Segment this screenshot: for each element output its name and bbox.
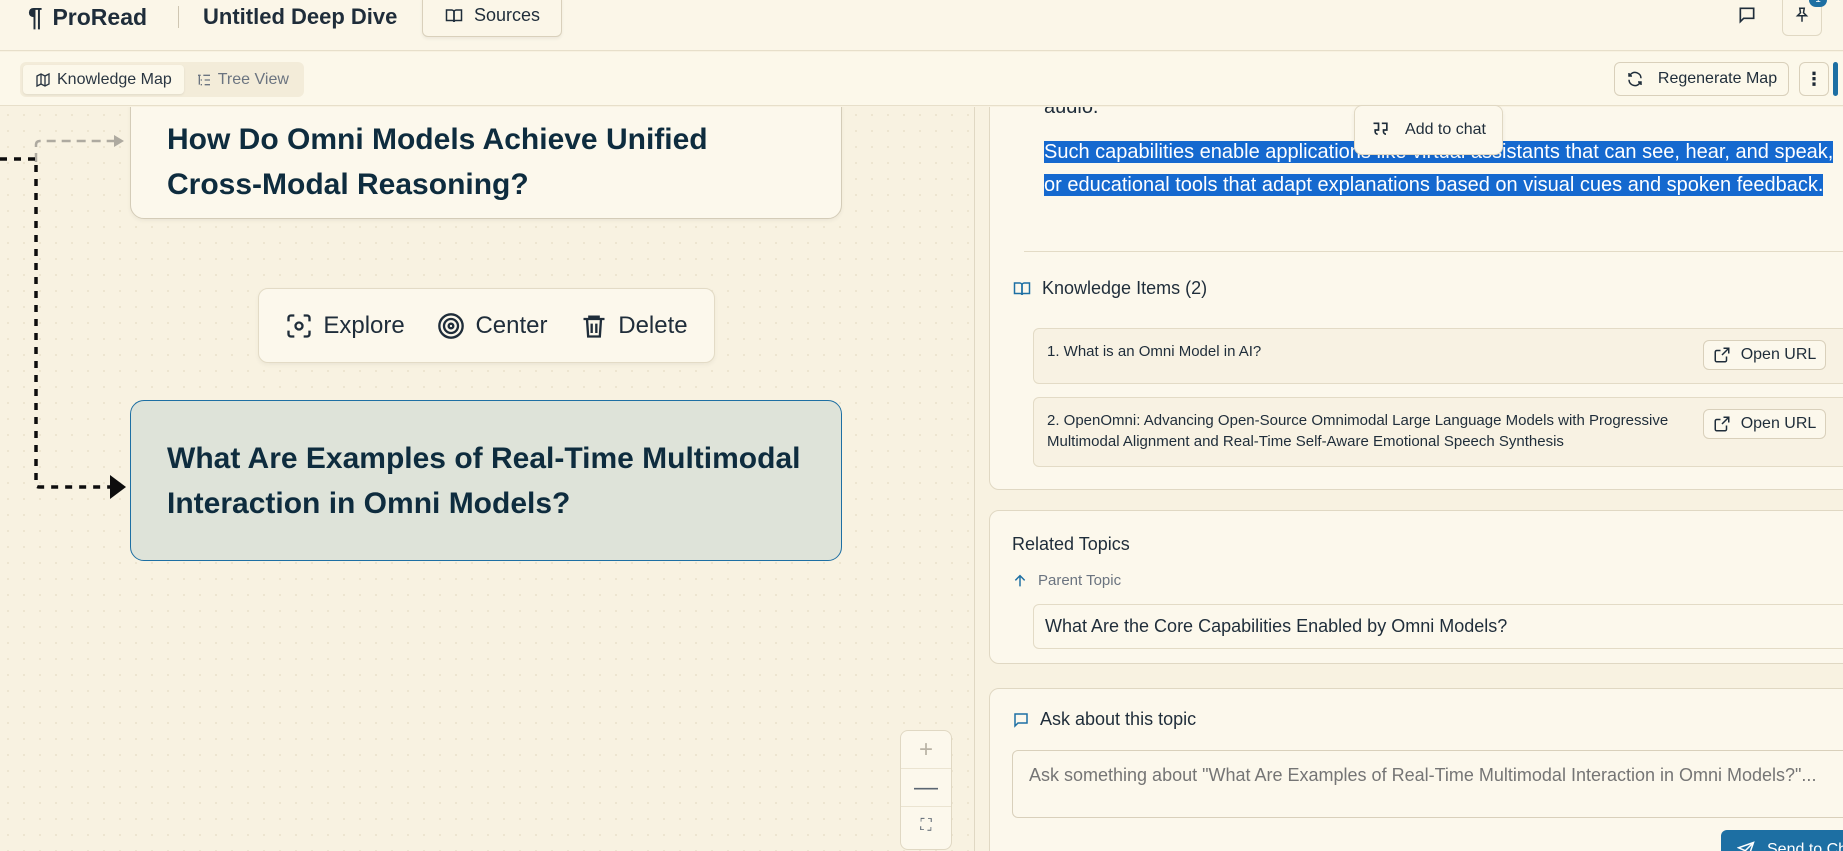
ask-input[interactable] xyxy=(1012,750,1843,818)
related-topics-heading: Related Topics xyxy=(1012,534,1130,554)
node-title: How Do Omni Models Achieve Unified Cross… xyxy=(167,123,708,201)
quote-icon xyxy=(1373,122,1388,135)
section-divider xyxy=(1024,251,1843,252)
node-title-selected: What Are Examples of Real-Time Multimoda… xyxy=(167,441,801,520)
center-button[interactable]: Center xyxy=(437,311,548,340)
regenerate-map-label: Regenerate Map xyxy=(1657,70,1778,87)
send-to-chat-button[interactable]: Send to Chat xyxy=(1721,830,1843,851)
sources-label: Sources xyxy=(473,5,541,25)
open-url-label: Open URL xyxy=(1740,415,1817,432)
sources-button[interactable]: Sources xyxy=(422,0,562,37)
map-node-real-time-interaction[interactable]: What Are Examples of Real-Time Multimoda… xyxy=(130,400,842,561)
document-title[interactable]: Untitled Deep Dive xyxy=(203,4,397,30)
knowledge-items-title: Knowledge Items (2) xyxy=(1042,278,1208,298)
tab-tree-view-label: Tree View xyxy=(217,70,289,88)
regenerate-map-button[interactable]: Regenerate Map xyxy=(1614,62,1789,96)
send-to-chat-label: Send to Chat xyxy=(1767,841,1843,851)
trash-icon xyxy=(583,315,605,338)
add-to-chat-button[interactable]: Add to chat xyxy=(1354,105,1503,155)
arrow-up-icon xyxy=(1014,574,1026,586)
send-icon xyxy=(1737,841,1755,851)
chat-toggle-button[interactable] xyxy=(1727,0,1767,36)
list-tree-icon xyxy=(197,74,210,85)
app-logo[interactable]: ¶ ProRead xyxy=(28,2,148,32)
refresh-icon xyxy=(1628,71,1642,87)
zoom-in-button[interactable]: + xyxy=(901,731,951,769)
delete-label: Delete xyxy=(618,311,688,339)
tab-knowledge-map-label: Knowledge Map xyxy=(57,70,172,88)
content-card: audio. Such capabilities enable applicat… xyxy=(989,107,1843,490)
brand-name: ProRead xyxy=(52,3,148,30)
ask-heading-text: Ask about this topic xyxy=(1040,709,1197,729)
add-to-chat-label: Add to chat xyxy=(1405,121,1486,138)
explore-label: Explore xyxy=(323,311,405,339)
scan-focus-icon xyxy=(287,313,312,338)
ask-heading: Ask about this topic xyxy=(1012,709,1196,730)
pin-icon xyxy=(1795,7,1809,22)
open-url-button[interactable]: Open URL xyxy=(1703,409,1826,439)
tab-knowledge-map[interactable]: Knowledge Map xyxy=(23,65,184,94)
edge-arrowhead-gray xyxy=(114,135,124,147)
knowledge-items-heading: Knowledge Items (2) xyxy=(1012,278,1207,299)
knowledge-item: 1. What is an Omni Model in AI? Open URL xyxy=(1033,328,1843,384)
node-action-bar: Explore Center Delete xyxy=(258,288,715,363)
map-icon xyxy=(36,72,50,87)
zoom-controls: + — ⛶ xyxy=(900,730,952,850)
center-label: Center xyxy=(475,311,548,339)
knowledge-item: 2. OpenOmni: Advancing Open-Source Omnim… xyxy=(1033,397,1843,467)
knowledge-map-canvas[interactable]: How Do Omni Models Achieve Unified Cross… xyxy=(0,107,974,851)
target-icon xyxy=(438,312,465,339)
content-fragment: audio. xyxy=(1044,107,1099,118)
notification-badge: 1 xyxy=(1809,0,1827,7)
parent-topic-label: Parent Topic xyxy=(1012,572,1121,589)
pin-button[interactable]: 1 xyxy=(1782,0,1827,36)
ask-topic-card: Ask about this topic Send to Chat xyxy=(989,688,1843,851)
parent-topic-link[interactable]: What Are the Core Capabilities Enabled b… xyxy=(1033,604,1843,649)
view-toggle: Knowledge Map Tree View xyxy=(20,62,304,97)
external-link-icon xyxy=(1714,416,1730,432)
delete-button[interactable]: Delete xyxy=(580,311,688,340)
zoom-out-button[interactable]: — xyxy=(901,769,951,807)
knowledge-item-title: 1. What is an Omni Model in AI? xyxy=(1047,343,1262,360)
map-node-unified-reasoning[interactable]: How Do Omni Models Achieve Unified Cross… xyxy=(130,107,842,219)
message-square-icon xyxy=(1739,7,1755,24)
more-options-button[interactable]: ⋮ xyxy=(1799,62,1829,96)
top-header: ¶ ProRead Untitled Deep Dive Sources 1 xyxy=(0,0,1843,51)
fit-view-button[interactable]: ⛶ xyxy=(901,807,951,845)
header-divider xyxy=(178,6,179,28)
tab-tree-view[interactable]: Tree View xyxy=(184,65,301,94)
explore-button[interactable]: Explore xyxy=(285,311,405,340)
pilcrow-icon: ¶ xyxy=(28,2,43,32)
edge-to-top-node xyxy=(34,139,116,162)
edge-from-offscreen xyxy=(0,157,112,489)
external-link-icon xyxy=(1714,347,1730,363)
open-url-button[interactable]: Open URL xyxy=(1703,340,1826,370)
more-vertical-icon: ⋮ xyxy=(1805,68,1823,89)
toolbar-scroll-indicator xyxy=(1833,62,1838,96)
open-url-label: Open URL xyxy=(1740,346,1817,363)
knowledge-item-title: 2. OpenOmni: Advancing Open-Source Omnim… xyxy=(1047,412,1669,450)
parent-topic-label-text: Parent Topic xyxy=(1038,572,1122,589)
book-open-icon xyxy=(445,8,463,22)
book-open-icon xyxy=(1013,281,1031,295)
related-topics-card: Related Topics Parent Topic What Are the… xyxy=(989,510,1843,664)
edge-arrowhead-black xyxy=(110,475,126,499)
message-square-icon xyxy=(1014,712,1028,728)
map-toolbar: Knowledge Map Tree View Regenerate Map ⋮ xyxy=(0,52,1843,106)
topic-detail-panel: audio. Such capabilities enable applicat… xyxy=(974,107,1843,851)
